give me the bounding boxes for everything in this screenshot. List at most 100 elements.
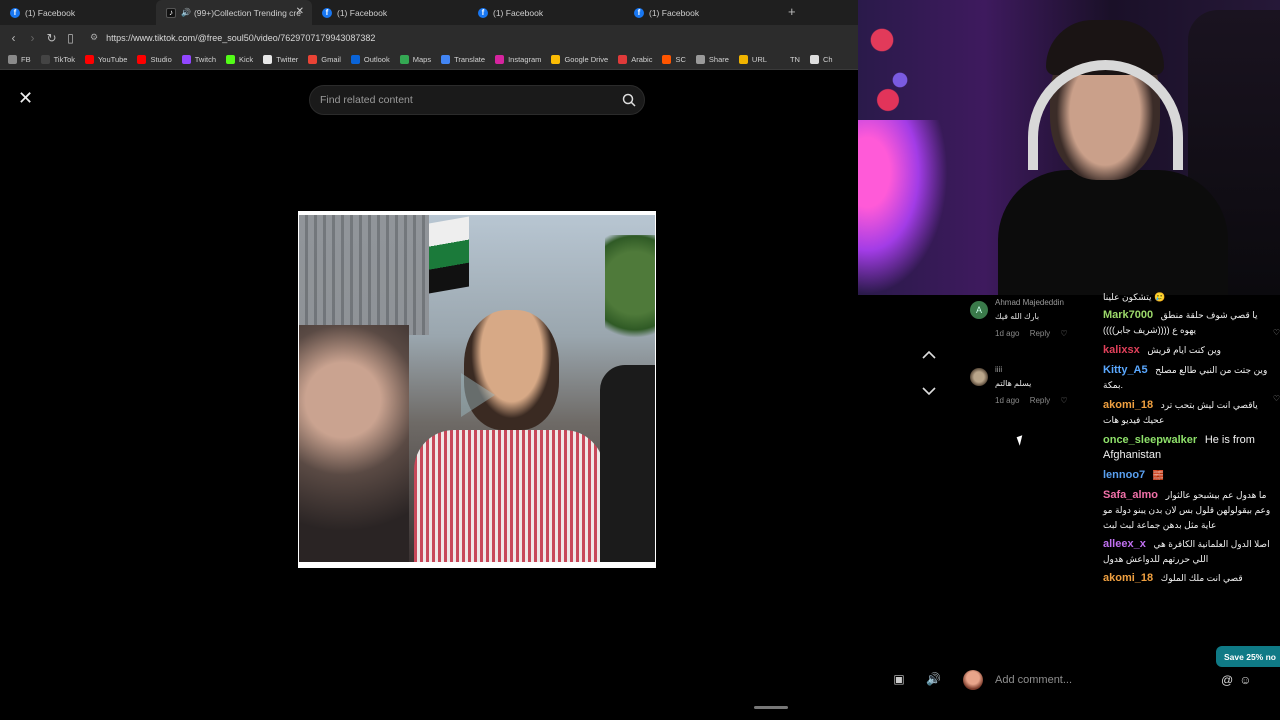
chat-username[interactable]: once_sleepwalker: [1103, 434, 1197, 446]
search-icon[interactable]: [614, 93, 644, 107]
facebook-icon: f: [478, 7, 488, 18]
chat-username[interactable]: Safa_almo: [1103, 489, 1158, 501]
bookmark-favicon-icon: [399, 55, 409, 64]
bookmark-favicon-icon: [809, 55, 819, 64]
bookmark-item[interactable]: TN: [776, 55, 800, 64]
close-icon[interactable]: ✕: [18, 88, 33, 109]
next-video-icon[interactable]: [918, 383, 940, 405]
facebook-icon: f: [322, 7, 332, 18]
crowd: [299, 325, 409, 562]
previous-video-icon[interactable]: [918, 347, 940, 369]
reply-button[interactable]: Reply: [1030, 396, 1050, 405]
bookmark-favicon-icon: [137, 55, 147, 64]
emoji-icon[interactable]: ☺: [1239, 673, 1251, 687]
bookmark-item[interactable]: Instagram: [495, 55, 541, 64]
save-offer-button[interactable]: Save 25% no: [1216, 646, 1280, 667]
bookmark-item[interactable]: Google Drive: [551, 55, 608, 64]
bookmark-favicon-icon: [662, 55, 672, 64]
like-icon[interactable]: ♡: [1060, 329, 1067, 338]
mention-icon[interactable]: @: [1221, 673, 1233, 687]
bookmark-item[interactable]: Translate: [441, 55, 485, 64]
microphone: [600, 365, 655, 562]
back-icon[interactable]: ‹: [4, 31, 23, 45]
volume-icon[interactable]: 🔊: [924, 672, 942, 690]
chat-username[interactable]: akomi_18: [1103, 399, 1153, 411]
shirt: [414, 430, 604, 562]
webcam-overlay: [858, 0, 1280, 295]
chat-message: akomi_18 ياقصي انت ليش بتحب ترد عحيك فيد…: [1103, 398, 1275, 428]
bookmark-item[interactable]: Kick: [226, 55, 253, 64]
chat-username[interactable]: alleex_x: [1103, 538, 1146, 550]
search-bar: [309, 85, 645, 115]
chat-message: Safa_almo ما هدول عم بيشبحو عالثوار وعم …: [1103, 488, 1275, 533]
chat-username[interactable]: akomi_18: [1103, 572, 1153, 584]
avatar[interactable]: A: [970, 301, 988, 319]
chat-text: قصي انت ملك الملوك: [1160, 573, 1243, 583]
bookmark-favicon-icon: [263, 55, 273, 64]
browser-tab-active[interactable]: ♪ 🔊 (99+)Collection Trending cre ✕: [156, 0, 312, 25]
speaker-person: [394, 310, 604, 562]
bookmarks-bar: FB TikTok YouTube Studio Twitch Kick Twitter Gm…: [0, 50, 858, 70]
bookmark-item[interactable]: YouTube: [84, 55, 127, 64]
player-controls: ▣ 🔊: [890, 670, 954, 690]
bookmark-label: Instagram: [508, 55, 542, 64]
comment-item: A Ahmad Majededdin بارك الله فيك 1d ago …: [970, 298, 1080, 343]
close-tab-icon[interactable]: ✕: [296, 6, 304, 17]
comment-author[interactable]: Ahmad Majededdin: [995, 298, 1064, 307]
reload-icon[interactable]: ↻: [42, 31, 61, 45]
search-input[interactable]: [320, 94, 614, 106]
chat-username[interactable]: Kitty_A5: [1103, 364, 1148, 376]
browser-tab[interactable]: f (1) Facebook: [312, 0, 468, 25]
bookmark-item[interactable]: Arabic: [618, 55, 652, 64]
site-info-icon[interactable]: ⚙: [90, 32, 98, 43]
bookmark-item[interactable]: Ch: [809, 55, 833, 64]
tree: [605, 235, 655, 355]
live-chat: يتشكون علينا 🥲 Mark7000 يا قصي شوف حلقة …: [1098, 288, 1280, 588]
video-viewer: ✕: [0, 70, 858, 720]
tab-title: (99+)Collection Trending cre: [193, 7, 301, 18]
avatar: [963, 670, 983, 690]
chat-text: 🧱: [1152, 470, 1165, 480]
like-icon[interactable]: ♡: [1060, 396, 1067, 405]
bookmark-label: SC: [675, 55, 686, 64]
url-field[interactable]: ⚙ https://www.tiktok.com/@free_soul50/vi…: [90, 32, 375, 43]
bookmark-favicon-icon: [226, 55, 236, 64]
bookmark-item[interactable]: SC: [662, 55, 686, 64]
bookmark-item[interactable]: FB: [8, 55, 31, 64]
chat-username[interactable]: kalixsx: [1103, 344, 1140, 356]
browser-tab[interactable]: f (1) Facebook: [624, 0, 780, 25]
bookmark-favicon-icon: [495, 55, 505, 64]
new-tab-button[interactable]: +: [788, 4, 796, 19]
streamer: [998, 20, 1228, 295]
avatar[interactable]: [970, 368, 988, 386]
chat-message: Mark7000 يا قصي شوف حلقة منطق يهوه ع (((…: [1103, 308, 1275, 338]
screen: f (1) Facebook ♪ 🔊 (99+)Collection Trend…: [0, 0, 1280, 720]
video-frame: [299, 215, 655, 562]
bookmark-item[interactable]: Outlook: [350, 55, 390, 64]
scrollbar[interactable]: [754, 706, 788, 709]
chat-username[interactable]: Mark7000: [1103, 309, 1153, 321]
bookmark-item[interactable]: Twitch: [181, 55, 216, 64]
play-icon[interactable]: [461, 373, 495, 417]
bookmark-item[interactable]: Twitter: [263, 55, 298, 64]
bookmark-label: Outlook: [363, 55, 390, 64]
bookmark-item[interactable]: Maps: [399, 55, 431, 64]
video-player[interactable]: [298, 211, 656, 568]
comment-author[interactable]: iiii: [995, 365, 1002, 374]
bookmark-item[interactable]: TikTok: [40, 55, 75, 64]
bookmark-item[interactable]: Studio: [137, 55, 172, 64]
picture-in-picture-icon[interactable]: ▣: [890, 672, 908, 690]
browser-tab[interactable]: f (1) Facebook: [0, 0, 156, 25]
bookmark-favicon-icon: [8, 55, 17, 64]
bookmark-item[interactable]: URL: [738, 55, 767, 64]
bookmark-item[interactable]: Gmail: [308, 55, 341, 64]
reply-button[interactable]: Reply: [1030, 329, 1050, 338]
comment-input[interactable]: [995, 674, 1215, 686]
bookmark-item[interactable]: Share: [695, 55, 729, 64]
bookmark-label: URL: [751, 55, 767, 64]
bookmark-icon[interactable]: ▯: [61, 31, 80, 45]
forward-icon[interactable]: ›: [23, 31, 42, 45]
browser-tab[interactable]: f (1) Facebook: [468, 0, 624, 25]
chat-username[interactable]: lennoo7: [1103, 469, 1145, 481]
comment-time: 1d ago: [995, 396, 1020, 405]
